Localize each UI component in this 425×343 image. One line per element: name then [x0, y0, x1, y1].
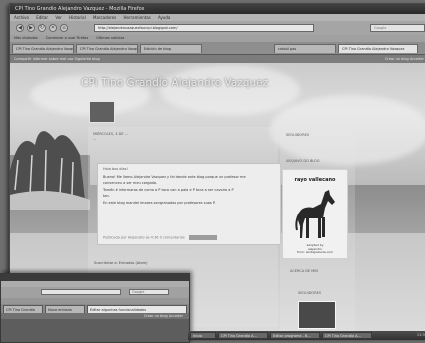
forward-icon[interactable]: ▶: [27, 24, 35, 32]
trees-image: [10, 131, 90, 210]
rayo-vallecano-widget[interactable]: rayo vallecano adopted by alejandro from…: [282, 169, 348, 259]
search-input[interactable]: Google: [370, 24, 425, 32]
menu-item-history[interactable]: Historial: [69, 15, 86, 20]
sidebar-followers-label: SEGUIDORES: [286, 133, 310, 137]
tab-2[interactable]: CPI Tino Grandío Alejandro Vazquez: [76, 44, 138, 53]
horse-icon: [295, 190, 335, 238]
widget-title: rayo vallecano: [294, 177, 336, 183]
second-window-titlebar: [1, 274, 189, 281]
cloud-shape: [160, 65, 300, 115]
second-window-tab-strip: CPI Tino Grandío Nova entrada Editar alg…: [1, 304, 189, 313]
stop-icon[interactable]: ✕: [49, 24, 57, 32]
blogger-navbar: Compartir Informar sobre mal uso Siguien…: [10, 55, 425, 63]
tab-1[interactable]: CPI Tino Grandío Alejandro Vazquez: [12, 44, 74, 53]
start-button[interactable]: Inicio: [190, 332, 216, 339]
post-line: tan.: [103, 194, 110, 198]
home-icon[interactable]: ⌂: [60, 24, 68, 32]
post-footer-text[interactable]: Publicado por Alejandro ás 4:36 0 coment…: [103, 236, 185, 240]
subscribe-link[interactable]: Suscribirse a: Entradas (Atom): [94, 261, 147, 265]
menu-item-file[interactable]: Archivo: [14, 15, 29, 20]
bookmarks-toolbar: Más visitados Comenzar a usar Firefox Úl…: [10, 35, 425, 42]
post-date: MIÉRCOLES, 4 DE ...: [93, 132, 129, 136]
post-footer: Publicado por Alejandro ás 4:36 0 coment…: [103, 235, 217, 241]
taskbar-item-1[interactable]: CPI Tino Grandío A...: [218, 332, 268, 339]
menu-item-bookmarks[interactable]: Marcadores: [93, 15, 116, 20]
post-line: En este blog mandei imaxes sengranadas p…: [103, 200, 216, 205]
bookmark-getting-started[interactable]: Comenzar a usar Firefox: [46, 36, 88, 40]
taskbar-item-2[interactable]: Editor programa - B...: [270, 332, 320, 339]
second-browser-window: Google CPI Tino Grandío Nova entrada Edi…: [0, 273, 190, 343]
bookmark-most-visited[interactable]: Más visitados: [14, 36, 38, 40]
post-greeting: Hola bos días!: [103, 167, 128, 171]
post-line: Bueno! Me llamo Alejandro Vazquez y fai …: [103, 174, 246, 179]
post-line: convenceu a ser meu cargado.: [103, 181, 158, 185]
reload-icon[interactable]: ↻: [38, 24, 46, 32]
second-window-search-input[interactable]: Google: [129, 289, 169, 295]
sidebar-about-label: ACERCA DE MIN: [290, 269, 318, 273]
menu-item-tools[interactable]: Herramientas: [123, 15, 150, 20]
blogger-nav-right[interactable]: Crear un blog Acceder: [385, 55, 424, 63]
menu-item-view[interactable]: Ver: [55, 15, 62, 20]
tab-strip: CPI Tino Grandío Alejandro Vazquez CPI T…: [10, 42, 425, 55]
second-window-blogger-navbar[interactable]: Crear un blog Acceder: [1, 313, 189, 319]
share-buttons[interactable]: [188, 235, 217, 240]
back-icon[interactable]: ◀: [16, 24, 24, 32]
taskbar-item-3[interactable]: CPI Tino Grandío A...: [322, 332, 372, 339]
home-link[interactable]: Página principal: [159, 250, 191, 255]
tab-3[interactable]: Edición de blog: [140, 44, 202, 53]
sidebar-archive-label: ARQUIVO DO BLOG: [286, 159, 320, 163]
widget-caption: adopted by alejandro from: landapalooza.…: [283, 243, 347, 255]
second-window-content: Crear un blog Acceder: [1, 313, 189, 342]
second-window-tab-active[interactable]: Editar algunhas funcionalidades: [87, 305, 187, 313]
widget-caption-line: from: landapalooza.com: [296, 250, 334, 255]
post-heading[interactable]: ...: [93, 137, 128, 142]
system-clock: 11:33: [416, 333, 425, 337]
blogger-nav-links[interactable]: Compartir Informar sobre mal uso Siguien…: [14, 57, 100, 61]
post-meta: MIÉRCOLES, 4 DE ... ...: [93, 132, 128, 142]
window-title: CPI Tino Grandío Alejandro Vazquez - Moz…: [10, 4, 425, 14]
second-window-tab-2[interactable]: Nova entrada: [45, 305, 85, 313]
thumbnail-image[interactable]: [298, 301, 336, 329]
bookmark-latest-headlines[interactable]: Últimas noticias: [96, 36, 124, 40]
address-bar[interactable]: http://alejandrovazquezfourcpi.blogspot.…: [94, 24, 314, 32]
sidebar-followers-label-2: SEGUIDORES: [298, 291, 322, 295]
tab-active[interactable]: CPI Tino Grandío Alejandro Vazquez: [338, 44, 418, 53]
second-window-address-bar[interactable]: [41, 289, 121, 295]
tab-4[interactable]: raiduil pas: [274, 44, 336, 53]
menu-bar: Archivo Editar Ver Historial Marcadores …: [10, 14, 425, 21]
menu-item-help[interactable]: Ayuda: [158, 15, 170, 20]
navigation-toolbar: ◀ ▶ ↻ ✕ ⌂ http://alejandrovazquezfourcpi…: [10, 21, 425, 36]
taskbar: Inicio CPI Tino Grandío A... Editor prog…: [188, 331, 425, 340]
post-line: Tamén é informaros de como a P toca con …: [103, 187, 234, 192]
avatar: [89, 101, 115, 123]
second-window-tab-1[interactable]: CPI Tino Grandío: [3, 305, 43, 313]
post-body: Hola bos días! Bueno! Me llamo Alejandro…: [97, 163, 281, 245]
menu-item-edit[interactable]: Editar: [36, 15, 48, 20]
blog-title[interactable]: CPI Tino Grandío Alejandro Vazquez: [81, 77, 268, 89]
